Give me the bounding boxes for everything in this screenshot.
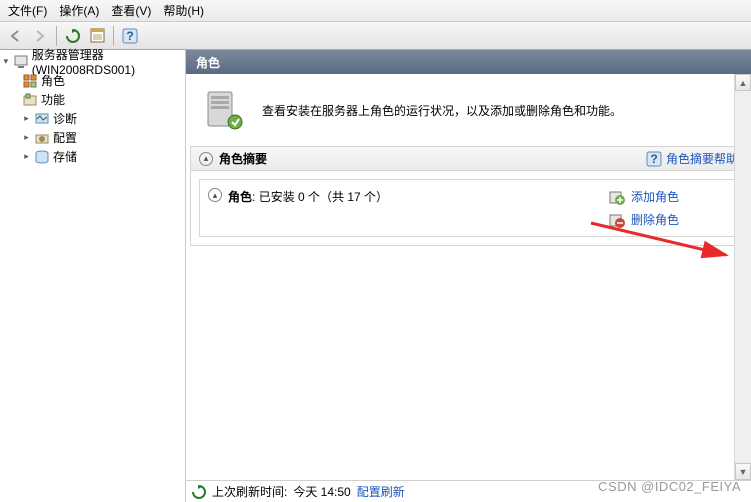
content-header: 角色: [186, 50, 751, 74]
remove-role-link[interactable]: 删除角色: [609, 211, 729, 228]
server-large-icon: [202, 88, 246, 132]
tree-features[interactable]: 功能: [0, 90, 185, 109]
back-button[interactable]: [4, 25, 28, 47]
vertical-scrollbar[interactable]: ▲ ▼: [734, 74, 751, 480]
tree-config[interactable]: ▸ 配置: [0, 128, 185, 147]
expand-icon[interactable]: ▸: [22, 152, 31, 161]
menu-help[interactable]: 帮助(H): [157, 0, 210, 21]
collapse-summary-button[interactable]: ▴: [199, 152, 213, 166]
roles-box: ▴ 角色: 已安装 0 个（共 17 个） 添加角色 删除角色: [199, 179, 738, 237]
svg-text:?: ?: [126, 29, 133, 43]
content-title: 角色: [196, 54, 220, 71]
collapse-roles-button[interactable]: ▴: [208, 188, 222, 202]
scroll-up-button[interactable]: ▲: [735, 74, 751, 91]
storage-icon: [34, 149, 50, 165]
role-summary-header: ▴ 角色摘要 ? 角色摘要帮助: [191, 147, 746, 171]
tree-panel: ▾ 服务器管理器 (WIN2008RDS001) 角色 功能 ▸ 诊断: [0, 50, 186, 502]
config-refresh-link[interactable]: 配置刷新: [357, 483, 405, 500]
tree-diagnostics-label: 诊断: [53, 110, 77, 127]
server-icon: [13, 54, 29, 70]
menu-action[interactable]: 操作(A): [53, 0, 105, 21]
help-icon: ?: [646, 151, 662, 167]
role-summary-panel: ▴ 角色摘要 ? 角色摘要帮助 ▴ 角色: 已安装 0 个（共 17 个）: [190, 146, 747, 246]
role-summary-help-link[interactable]: ? 角色摘要帮助: [646, 150, 738, 167]
tree-storage[interactable]: ▸ 存储: [0, 147, 185, 166]
config-icon: [34, 130, 50, 146]
tree-root[interactable]: ▾ 服务器管理器 (WIN2008RDS001): [0, 52, 185, 71]
features-icon: [22, 92, 38, 108]
scroll-down-button[interactable]: ▼: [735, 463, 751, 480]
add-role-icon: [609, 189, 625, 205]
roles-label: 角色: [228, 190, 252, 204]
roles-installed-text: 已安装 0 个（共 17 个）: [259, 190, 388, 204]
role-summary-title: 角色摘要: [219, 150, 267, 167]
menubar: 文件(F) 操作(A) 查看(V) 帮助(H): [0, 0, 751, 22]
tree-roles-label: 角色: [41, 72, 65, 89]
svg-text:?: ?: [650, 152, 657, 166]
tree-features-label: 功能: [41, 91, 65, 108]
collapse-icon[interactable]: ▾: [2, 57, 10, 66]
tree-storage-label: 存储: [53, 148, 77, 165]
last-refresh-label: 上次刷新时间:: [212, 483, 287, 500]
forward-button[interactable]: [28, 25, 52, 47]
menu-view[interactable]: 查看(V): [105, 0, 157, 21]
menu-file[interactable]: 文件(F): [2, 0, 53, 21]
description-row: 查看安装在服务器上角色的运行状况，以及添加或删除角色和功能。: [186, 74, 751, 146]
tree-config-label: 配置: [53, 129, 77, 146]
expand-icon[interactable]: ▸: [22, 114, 31, 123]
description-text: 查看安装在服务器上角色的运行状况，以及添加或删除角色和功能。: [262, 102, 622, 119]
remove-role-icon: [609, 212, 625, 228]
last-refresh-time: 今天 14:50: [293, 483, 350, 500]
properties-button[interactable]: [85, 25, 109, 47]
watermark: CSDN @IDC02_FEIYA: [598, 479, 741, 494]
roles-icon: [22, 73, 38, 89]
help-button[interactable]: ?: [118, 25, 142, 47]
refresh-status-icon: [192, 485, 206, 499]
diagnostics-icon: [34, 111, 50, 127]
expand-icon[interactable]: ▸: [22, 133, 31, 142]
content-panel: 角色 查看安装在服务器上角色的运行状况，以及添加或删除角色和功能。 ▴ 角色摘要…: [186, 50, 751, 502]
tree-diagnostics[interactable]: ▸ 诊断: [0, 109, 185, 128]
refresh-button[interactable]: [61, 25, 85, 47]
add-role-link[interactable]: 添加角色: [609, 188, 729, 205]
